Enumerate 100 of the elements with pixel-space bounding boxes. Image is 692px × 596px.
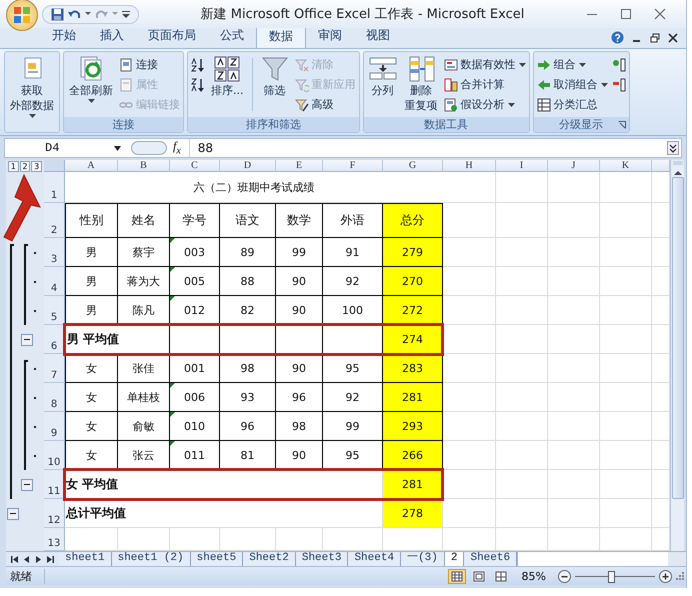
ribbon-tab[interactable]: 审阅 [306,25,354,48]
column-header[interactable]: H [443,160,496,172]
show-detail-icon[interactable] [612,58,626,72]
column-header[interactable]: I [496,160,548,172]
table-cell: 281 [383,470,443,499]
undo-icon[interactable] [68,8,81,20]
row-header[interactable]: 13 [44,528,65,551]
next-sheet-icon[interactable] [34,554,43,564]
caret-icon[interactable] [85,12,91,16]
ribbon-tab[interactable]: 公式 [208,25,256,48]
ribbon-button[interactable]: 筛选 [258,54,290,99]
hide-detail-icon[interactable] [612,78,626,92]
row-header[interactable]: 9 [44,412,65,441]
row-header[interactable]: 5 [44,296,65,325]
vertical-scrollbar[interactable] [670,160,684,551]
ribbon-tab[interactable]: 页面布局 [136,25,208,48]
zoom-out-icon[interactable] [558,570,571,582]
sheet-tab[interactable]: Sheet6 [464,552,518,566]
column-header[interactable]: K [600,160,652,172]
column-header[interactable]: E [276,160,323,172]
zoom-slider-thumb[interactable] [608,570,615,582]
row-header[interactable]: 1 [44,172,65,203]
ribbon-tab[interactable]: 开始 [40,25,88,48]
row-header[interactable]: 3 [44,238,65,267]
formula-input[interactable]: 88 [194,141,663,155]
empty-cell [496,470,548,499]
save-icon[interactable] [51,8,64,20]
ribbon-button[interactable]: 连接 [119,56,180,73]
ribbon-tab[interactable]: 插入 [88,25,136,48]
sheet-tab[interactable]: Sheet4 [348,552,402,566]
empty-cell [600,412,652,441]
previous-sheet-icon[interactable] [22,554,31,564]
ribbon-button[interactable]: 组合 [536,56,608,73]
first-sheet-icon[interactable] [10,554,19,564]
row-header[interactable]: 12 [44,499,65,528]
ribbon-button[interactable]: 合并计算 [444,76,526,93]
empty-cell [496,383,548,412]
empty-cell [496,325,548,354]
column-header[interactable]: D [220,160,276,172]
expand-formula-icon[interactable] [667,141,679,155]
sheet-tab[interactable]: sheet5 [190,552,244,566]
error-indicator-icon [170,238,175,243]
sheet-tab[interactable]: Sheet2 [243,552,296,566]
maximize-icon[interactable] [620,8,632,20]
collapse-button[interactable] [21,478,33,490]
zoom-level[interactable]: 85% [514,570,554,582]
outline-level-button[interactable]: 1 [8,161,19,172]
column-header[interactable]: J [548,160,600,172]
ribbon-button[interactable]: 排序... [209,54,246,99]
sheet-tab[interactable]: 一(3) [401,552,445,566]
ribbon-button[interactable]: 分列 [366,54,398,99]
outline-level-button[interactable]: 2 [20,161,30,172]
ribbon-button[interactable]: 假设分析 [444,96,526,113]
ribbon-button[interactable]: 数据有效性 [444,56,526,73]
sort-descending-icon[interactable] [191,78,205,92]
ribbon-button[interactable]: 获取 外部数据 [8,54,56,119]
row-header[interactable]: 2 [44,203,65,238]
zoom-in-icon[interactable] [659,570,672,582]
column-header[interactable]: A [65,160,118,172]
ribbon-button[interactable]: 全部刷新 [67,54,115,104]
column-header[interactable]: C [170,160,220,172]
funnel-icon [294,98,308,112]
row-header[interactable]: 11 [44,470,65,499]
table-icon [444,98,458,112]
outline-level-button[interactable]: 3 [31,161,42,172]
column-header[interactable]: F [323,160,383,172]
row-header[interactable]: 6 [44,325,65,354]
name-box[interactable]: D4 [5,140,127,156]
sheet-tab[interactable]: Sheet3 [296,552,348,566]
ribbon-button[interactable]: 高级 [294,96,356,113]
dialog-launcher-icon[interactable] [618,121,626,129]
sheet-tab[interactable]: sheet1 [59,552,112,566]
sheet-tab[interactable]: 2 [444,552,464,566]
last-sheet-icon[interactable] [46,554,55,564]
close-icon[interactable] [654,8,666,20]
collapse-button[interactable] [7,508,19,520]
sort-ascending-icon[interactable] [191,58,205,72]
office-button[interactable] [6,0,38,31]
close-icon[interactable] [668,32,678,42]
ribbon-button[interactable]: 删除 重复项 [402,54,440,114]
restore-icon[interactable] [650,32,660,42]
row-header[interactable]: 10 [44,441,65,470]
row-header[interactable]: 4 [44,267,65,296]
collapse-button[interactable] [21,334,33,346]
view-button[interactable] [448,568,466,584]
ribbon-button[interactable]: 分类汇总 [536,96,608,113]
ribbon-button[interactable]: 取消组合 [536,76,608,93]
column-header[interactable]: B [118,160,170,172]
empty-cell [496,412,548,441]
table-cell: 98 [220,354,276,383]
help-icon[interactable] [611,31,624,44]
row-header[interactable]: 7 [44,354,65,383]
column-header[interactable]: G [383,160,443,172]
sheet-tab[interactable]: sheet1 (2) [112,552,191,566]
row-header[interactable]: 8 [44,383,65,412]
table-cell: 283 [383,354,443,383]
horizontal-scrollbar[interactable] [517,552,668,566]
table-cell: 张云 [118,441,170,470]
ribbon-tab[interactable]: 视图 [354,25,402,48]
insert-function-button[interactable]: f$_{x}$ [169,139,185,157]
